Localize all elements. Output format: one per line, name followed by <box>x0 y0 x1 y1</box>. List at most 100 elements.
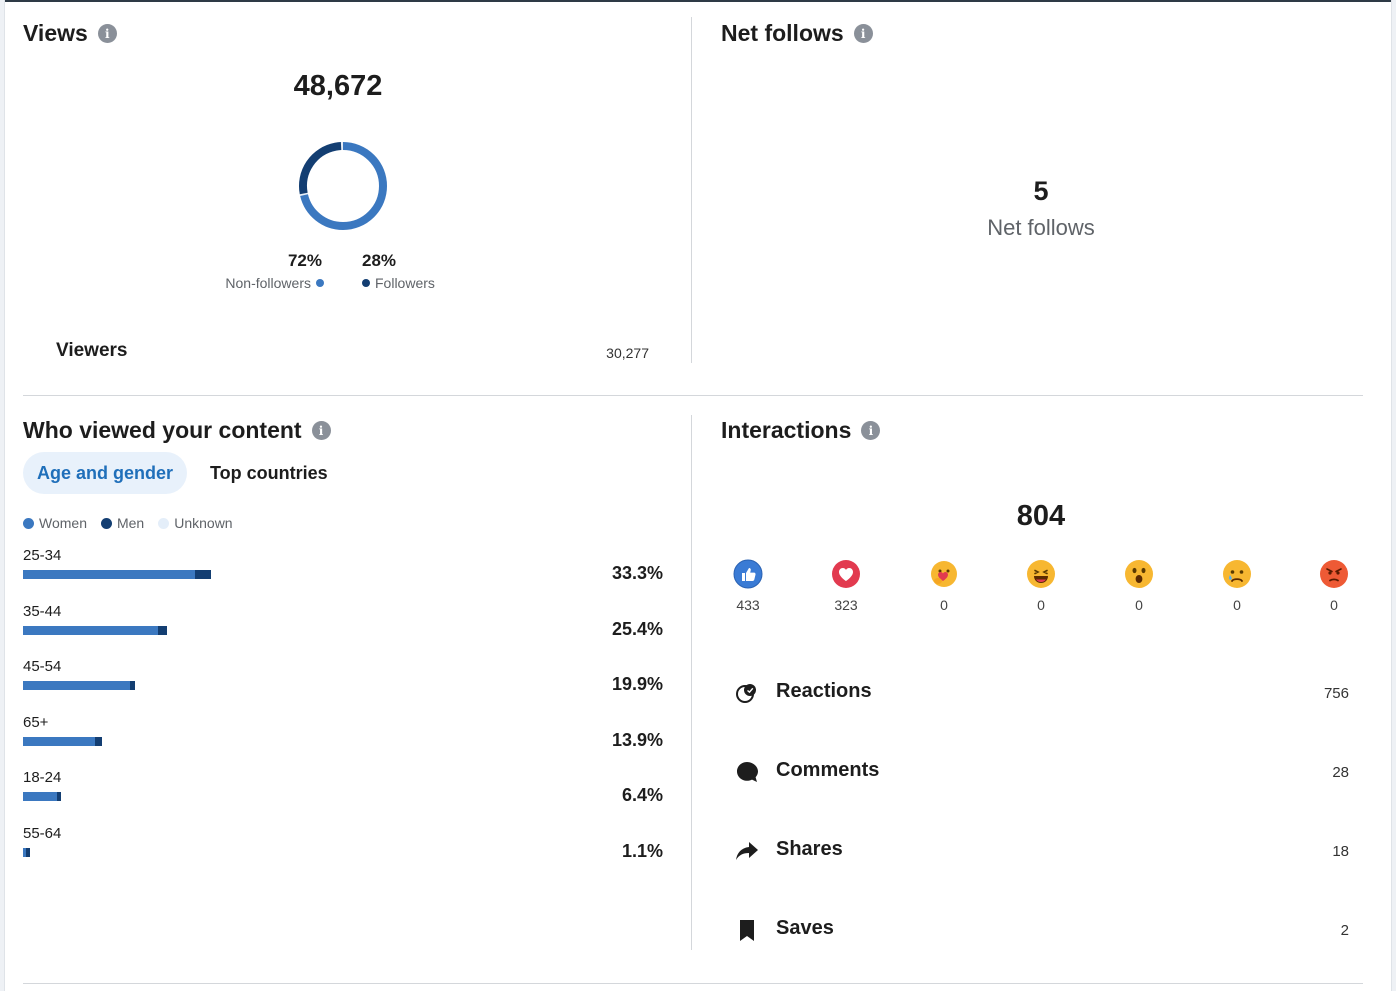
insightful-icon <box>1125 560 1153 588</box>
net-follows-value: 5 <box>1033 176 1049 206</box>
comments-label: Comments <box>776 759 880 781</box>
legend-women: Women <box>23 515 87 531</box>
bottom-divider <box>23 983 1363 984</box>
age-label: 25-34 <box>23 547 62 564</box>
age-bar-men <box>130 681 136 690</box>
age-label: 55-64 <box>23 824 62 842</box>
like-icon <box>733 559 763 589</box>
interaction-row-saves[interactable]: Saves 2 <box>735 914 1349 948</box>
age-bar-men <box>195 570 212 579</box>
funny-icon <box>1027 560 1055 588</box>
tab-top-countries[interactable]: Top countries <box>196 452 342 494</box>
age-label: 18-24 <box>23 769 62 786</box>
insightful-count: 0 <box>1135 597 1143 613</box>
reaction-sad: 0 <box>1202 559 1272 613</box>
legend-non-followers: 72% Non-followers <box>212 251 324 291</box>
age-bar-men <box>158 625 167 635</box>
who-viewed-title-text: Who viewed your content <box>23 417 302 443</box>
love-icon <box>832 560 860 588</box>
interactions-title-text: Interactions <box>721 417 852 443</box>
views-donut-chart <box>299 142 387 230</box>
views-title: Views i <box>23 20 117 47</box>
legend-women-label: Women <box>39 515 87 531</box>
age-bar-men <box>25 847 30 857</box>
net-follows-title: Net follows i <box>721 20 873 47</box>
age-bar <box>23 847 30 857</box>
age-bar-women <box>23 792 57 801</box>
men-dot <box>100 517 112 529</box>
reaction-love: 323 <box>811 559 881 613</box>
reaction-insightful: 0 <box>1104 559 1174 613</box>
reactions-icon <box>736 684 756 703</box>
legend-men-label: Men <box>116 515 145 531</box>
age-percent: 19.9% <box>611 674 663 694</box>
net-follows-title-text: Net follows <box>721 20 844 46</box>
bottom-column-divider <box>691 415 692 950</box>
interaction-row-reactions[interactable]: Reactions 756 <box>735 677 1349 711</box>
non-followers-label-text: Non-followers <box>225 275 311 291</box>
age-bar-women <box>23 736 95 746</box>
net-follows-label: Net follows <box>987 215 1095 240</box>
viewers-value: 30,277 <box>606 345 649 361</box>
reaction-funny: 0 <box>1006 559 1076 613</box>
age-row: 18-24 6.4% <box>23 769 663 819</box>
age-label: 65+ <box>23 713 49 731</box>
sad-count: 0 <box>1233 597 1241 613</box>
age-bar <box>23 792 61 801</box>
info-icon[interactable]: i <box>97 24 117 43</box>
reactions-label: Reactions <box>776 680 872 702</box>
legend-followers: 28% Followers <box>362 251 462 291</box>
reaction-support: 0 <box>909 559 979 613</box>
comments-value: 28 <box>1332 764 1349 781</box>
legend-unknown-label: Unknown <box>174 515 233 531</box>
support-icon <box>931 561 957 587</box>
non-followers-percent: 72% <box>287 251 322 270</box>
age-row: 65+ 13.9% <box>23 714 663 764</box>
top-column-divider <box>691 17 692 363</box>
shares-label: Shares <box>776 838 843 860</box>
interaction-row-comments[interactable]: Comments 28 <box>735 756 1349 790</box>
shares-value: 18 <box>1332 843 1349 860</box>
followers-label-text: Followers <box>375 275 435 291</box>
saves-value: 2 <box>1340 922 1349 939</box>
age-percent: 6.4% <box>621 785 663 805</box>
interactions-total: 804 <box>1016 500 1066 532</box>
reactions-value: 756 <box>1323 685 1349 702</box>
funny-count: 0 <box>1037 597 1045 613</box>
who-viewed-title: Who viewed your content i <box>23 417 331 444</box>
left-gutter <box>0 0 5 991</box>
unknown-dot <box>158 517 170 529</box>
donut-segment-followers <box>299 142 387 230</box>
saves-label: Saves <box>776 917 834 939</box>
viewers-label: Viewers <box>56 340 128 361</box>
info-icon[interactable]: i <box>311 421 331 440</box>
age-bar-women <box>23 570 196 579</box>
age-percent: 25.4% <box>611 618 663 639</box>
views-total: 48,672 <box>293 70 383 102</box>
sad-icon <box>1223 560 1251 588</box>
non-followers-dot <box>316 279 324 287</box>
followers-label: Followers <box>362 275 462 291</box>
views-title-text: Views <box>23 20 88 46</box>
age-bar-women <box>23 625 159 635</box>
legend-men: Men <box>100 515 145 531</box>
info-icon[interactable]: i <box>861 421 881 440</box>
interaction-row-shares[interactable]: Shares 18 <box>735 835 1349 869</box>
angry-icon <box>1320 560 1348 588</box>
women-dot <box>23 517 34 529</box>
age-label: 35-44 <box>23 602 62 620</box>
age-row: 45-54 19.9% <box>23 658 663 708</box>
age-row: 35-44 25.4% <box>23 603 663 653</box>
age-percent: 1.1% <box>621 840 663 861</box>
age-percent: 33.3% <box>611 563 663 583</box>
right-gutter <box>1391 0 1396 991</box>
like-count: 433 <box>736 597 760 613</box>
non-followers-label: Non-followers <box>212 275 324 291</box>
support-count: 0 <box>940 597 948 613</box>
tab-age-and-gender[interactable]: Age and gender <box>23 452 188 494</box>
age-bar <box>23 625 167 635</box>
age-bar-men <box>94 736 102 746</box>
comment-icon <box>737 762 758 782</box>
age-bar <box>23 736 102 746</box>
info-icon[interactable]: i <box>853 24 873 43</box>
